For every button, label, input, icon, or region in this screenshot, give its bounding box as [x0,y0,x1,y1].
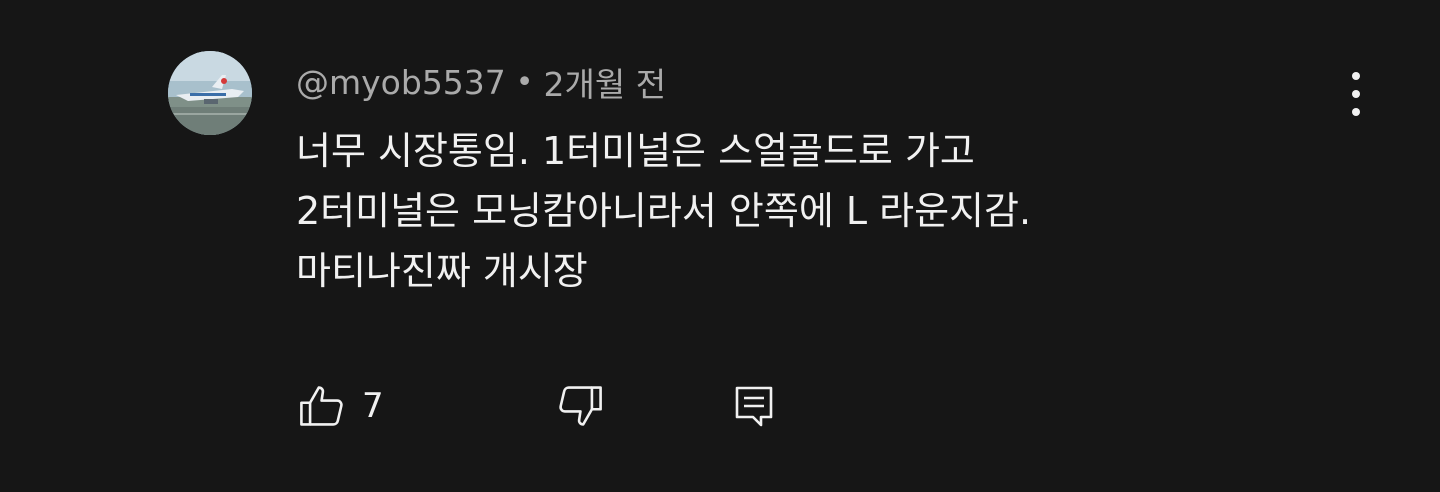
comment-line: 마티나진짜 개시장 [296,249,588,293]
comment-meta: @myob5537 • 2개월 전 [296,58,666,106]
like-count: 7 [362,386,384,426]
dislike-button[interactable] [554,378,606,434]
author-handle[interactable]: @myob5537 [296,63,506,102]
comment-card: @myob5537 • 2개월 전 너무 시장통임. 1터미널은 스얼골드로 가… [0,0,1440,492]
menu-dot [1352,90,1360,98]
airplane-photo-icon [168,51,252,135]
comment-line: 2터미널은 모닝캄아니라서 안쪽에 L 라운지감. [296,189,1032,233]
like-button[interactable]: 7 [296,378,462,434]
menu-dot [1352,108,1360,116]
comment-actions: 7 [296,378,776,434]
comment-text: 너무 시장통임. 1터미널은 스얼골드로 가고 2터미널은 모닝캄아니라서 안쪽… [296,121,1296,301]
reply-button[interactable] [732,378,776,434]
menu-dot [1352,72,1360,80]
reply-comment-icon [735,386,773,427]
thumb-down-icon [559,386,602,426]
comment-timestamp: 2개월 전 [543,65,667,104]
comment-line: 너무 시장통임. 1터미널은 스얼골드로 가고 [296,129,975,173]
meta-separator: • [515,64,534,100]
thumb-up-icon [300,386,343,426]
more-vertical-icon[interactable] [1336,68,1376,120]
avatar[interactable] [168,51,252,135]
